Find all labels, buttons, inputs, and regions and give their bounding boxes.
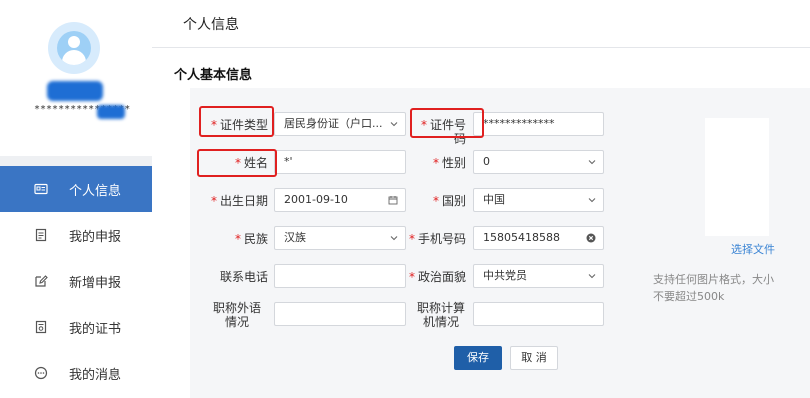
political-status-select[interactable]: 中共党员 — [473, 264, 604, 288]
ethnicity-label: * 民族 — [234, 232, 268, 246]
birth-date-label: * 出生日期 — [210, 194, 268, 208]
sidebar-item-label: 个人信息 — [69, 183, 122, 199]
upload-hint: 支持任何图片格式，大小不要超过500k — [653, 273, 774, 303]
section-title: 个人基本信息 — [174, 68, 253, 83]
birth-date-picker[interactable]: 2001-09-10 — [274, 188, 406, 212]
title-computer-label: 职称计算 机情况 — [416, 301, 465, 329]
document-icon — [34, 228, 48, 242]
certificate-icon — [34, 320, 48, 334]
clear-icon[interactable] — [586, 233, 596, 243]
sidebar-item-my-declarations[interactable]: 我的申报 — [0, 212, 152, 258]
sidebar-item-new-declaration[interactable]: 新增申报 — [0, 258, 152, 304]
sidebar-item-my-certificates[interactable]: 我的证书 — [0, 304, 152, 350]
id-type-select[interactable]: 居民身份证（户口... — [274, 112, 406, 136]
avatar — [48, 22, 100, 74]
sidebar-item-label: 我的消息 — [69, 367, 122, 383]
gender-label: * 性别 — [432, 156, 466, 170]
id-number-input[interactable]: ************* — [473, 112, 604, 136]
sidebar-menu: 个人信息 我的申报 新增申报 我的证书 我的消息 — [0, 166, 152, 398]
highlight-box-id-type — [199, 106, 274, 137]
redacted-user-name — [47, 81, 103, 101]
contact-phone-input[interactable] — [274, 264, 406, 288]
contact-phone-label: 联系电话 — [219, 270, 268, 284]
sidebar-item-label: 我的证书 — [69, 321, 122, 337]
name-input[interactable]: *' — [274, 150, 406, 174]
id-card-icon — [34, 182, 48, 196]
chevron-down-icon — [588, 274, 596, 279]
chevron-down-icon — [390, 236, 398, 241]
ethnicity-select[interactable]: 汉族 — [274, 226, 406, 250]
phone-label: * 手机号码 — [408, 232, 466, 246]
edit-icon — [34, 274, 48, 288]
title-foreign-language-input[interactable] — [274, 302, 406, 326]
photo-preview[interactable] — [705, 118, 769, 236]
phone-input[interactable]: 15805418588 — [473, 226, 604, 250]
sidebar-item-label: 新增申报 — [69, 275, 122, 291]
title-foreign-language-label: 职称外语 情况 — [212, 301, 261, 329]
cancel-button[interactable]: 取 消 — [510, 346, 558, 370]
message-icon — [34, 366, 48, 380]
chevron-down-icon — [588, 198, 596, 203]
chevron-down-icon — [588, 160, 596, 165]
sidebar-item-label: 我的申报 — [69, 229, 122, 245]
user-avatar-icon — [57, 31, 91, 65]
calendar-icon — [388, 196, 398, 205]
profile-card: **************** — [0, 0, 152, 156]
nationality-label: * 国别 — [432, 194, 466, 208]
highlight-box-id-number — [410, 108, 484, 138]
nationality-select[interactable]: 中国 — [473, 188, 604, 212]
sidebar-item-personal-info[interactable]: 个人信息 — [0, 166, 152, 212]
highlight-box-name — [197, 149, 277, 177]
redacted-id-tail — [97, 105, 125, 119]
chevron-down-icon — [390, 122, 398, 127]
sidebar-item-my-messages[interactable]: 我的消息 — [0, 350, 152, 396]
sidebar: **************** 个人信息 我的申报 新增申报 我的证书 我的消… — [0, 0, 152, 398]
page-title: 个人信息 — [152, 0, 810, 48]
title-computer-input[interactable] — [473, 302, 604, 326]
gender-select[interactable]: 0 — [473, 150, 604, 174]
save-button[interactable]: 保存 — [454, 346, 502, 370]
choose-file-link[interactable]: 选择文件 — [731, 241, 775, 257]
political-status-label: * 政治面貌 — [408, 270, 466, 284]
